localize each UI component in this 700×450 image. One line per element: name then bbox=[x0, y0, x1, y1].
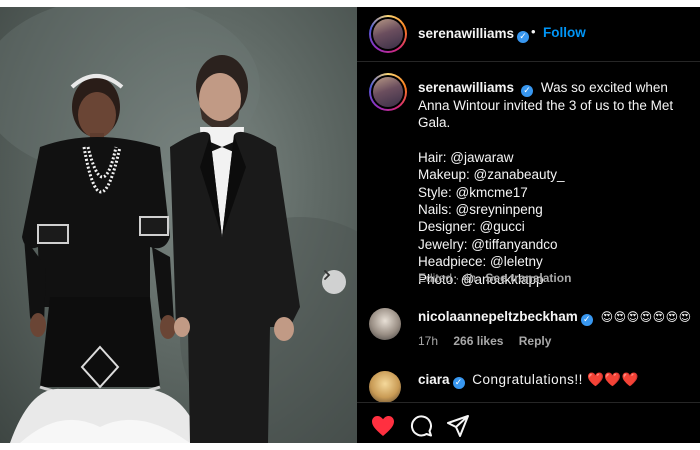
comment-icon[interactable] bbox=[410, 415, 432, 437]
header-separator: • bbox=[531, 24, 536, 39]
post-caption: serenawilliams ✓ Was so excited when Anna… bbox=[418, 79, 690, 288]
reply-button[interactable]: Reply bbox=[519, 334, 552, 348]
comment-likes[interactable]: 266 likes bbox=[453, 334, 503, 348]
commenter-avatar[interactable] bbox=[369, 308, 401, 340]
comment-item: ciara ✓ Congratulations!! ❤️❤️❤️ bbox=[369, 370, 694, 403]
commenter-username[interactable]: ciara bbox=[418, 372, 450, 387]
credit-line: Style: @kmcme17 bbox=[418, 184, 528, 200]
credit-line: Makeup: @zanabeauty_ bbox=[418, 167, 565, 183]
author-username[interactable]: serenawilliams ✓ bbox=[418, 25, 530, 43]
edited-timestamp: Edited · 4h bbox=[418, 271, 477, 285]
credit-line: Headpiece: @leletny bbox=[418, 254, 543, 270]
verified-icon: ✓ bbox=[517, 31, 530, 43]
commenter-avatar[interactable] bbox=[369, 371, 401, 403]
verified-icon: ✓ bbox=[580, 314, 593, 326]
commenter-username[interactable]: nicolaannepeltzbeckham bbox=[418, 309, 578, 324]
verified-icon: ✓ bbox=[521, 85, 534, 97]
comment-text: Congratulations!! ❤️❤️❤️ bbox=[472, 372, 640, 387]
caption-credits: Hair: @jawaraw Makeup: @zanabeauty_ Styl… bbox=[418, 149, 690, 288]
follow-button[interactable]: Follow bbox=[543, 25, 586, 40]
post-sidebar: serenawilliams ✓ • Follow serenawilliams ✓… bbox=[357, 7, 700, 443]
caption-username[interactable]: serenawilliams bbox=[418, 80, 514, 95]
caption-meta: Edited · 4h See translation bbox=[418, 271, 571, 285]
next-photo-button[interactable] bbox=[322, 270, 346, 294]
author-avatar[interactable] bbox=[369, 15, 407, 53]
post-photo bbox=[0, 7, 357, 443]
comment-text: 😍😍😍😍😍😍😍 bbox=[600, 310, 692, 324]
photo-illustration bbox=[0, 7, 357, 443]
caption-author-avatar[interactable] bbox=[369, 73, 407, 111]
credit-line: Nails: @sreyninpeng bbox=[418, 202, 543, 218]
comment-time: 17h bbox=[418, 334, 439, 348]
share-icon[interactable] bbox=[447, 415, 469, 437]
credit-line: Designer: @gucci bbox=[418, 219, 525, 235]
credit-line: Jewelry: @tiffanyandco bbox=[418, 236, 558, 252]
post-action-bar bbox=[357, 402, 700, 443]
credit-line: Hair: @jawaraw bbox=[418, 149, 514, 165]
see-translation-link[interactable]: See translation bbox=[485, 271, 571, 285]
verified-icon: ✓ bbox=[452, 377, 465, 389]
comment-item: nicolaannepeltzbeckham ✓ 😍😍😍😍😍😍😍 17h 266 … bbox=[369, 307, 694, 357]
post-header: serenawilliams ✓ • Follow bbox=[357, 7, 700, 62]
heart-icon[interactable] bbox=[371, 415, 395, 437]
post-modal: serenawilliams ✓ • Follow serenawilliams ✓… bbox=[0, 7, 700, 443]
chevron-right-icon bbox=[324, 270, 331, 280]
